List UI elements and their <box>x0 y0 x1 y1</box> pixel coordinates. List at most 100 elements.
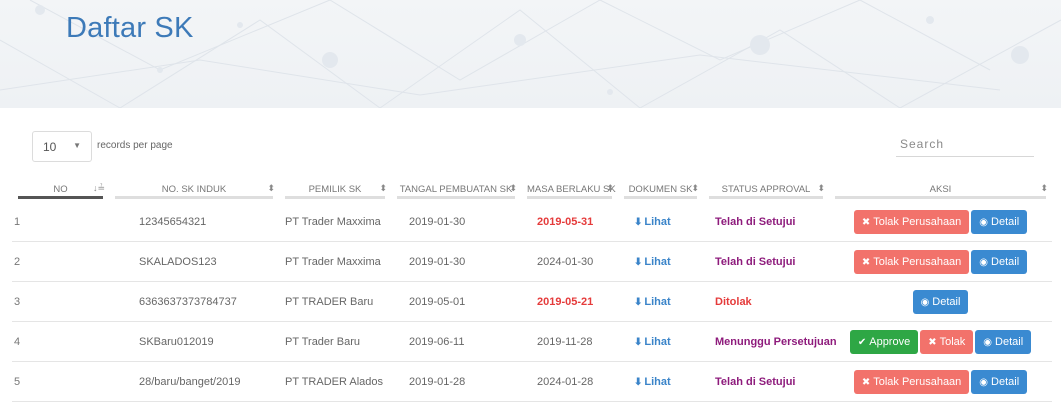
cell-no: 2 <box>12 241 109 282</box>
close-icon: ✖ <box>928 336 937 348</box>
col-header-masa-berlaku[interactable]: MASA BERLAKU SK ⬍ <box>521 176 618 202</box>
button-label: Tolak Perusahaan <box>873 255 962 268</box>
cell-actions: ✖ Tolak Perusahaan ◉ Detail <box>829 361 1052 402</box>
col-header-dokumen[interactable]: DOKUMEN SK ⬍ <box>618 176 703 202</box>
table-row: 3 6363637373784737 PT TRADER Baru 2019-05-0… <box>12 281 1052 322</box>
col-header-sk-induk[interactable]: NO. SK INDUK ⬍ <box>109 176 279 202</box>
status-badge: Telah di Setujui <box>715 375 796 388</box>
eye-icon: ◉ <box>979 256 989 268</box>
col-header-label: TANGAL PEMBUATAN SK <box>399 183 513 195</box>
reject-company-button[interactable]: ✖ Tolak Perusahaan <box>853 209 970 234</box>
cell-actions: ◉ Detail <box>829 281 1052 322</box>
table-row: 2 SKALADOS123 PT Trader Maxxima 2019-01-30 2… <box>12 241 1052 282</box>
header-banner: Daftar SK <box>0 0 1061 108</box>
view-document-link[interactable]: ⬇ Lihat <box>634 336 671 348</box>
eye-icon: ◉ <box>979 376 989 388</box>
table-header-row: NO ↓≟ NO. SK INDUK ⬍ PEMILIK SK ⬍ TANGAL PE… <box>12 176 1052 202</box>
col-header-pemilik[interactable]: PEMILIK SK ⬍ <box>279 176 391 202</box>
close-icon: ✖ <box>861 376 871 388</box>
view-document-link[interactable]: ⬇ Lihat <box>634 216 671 228</box>
view-document-link[interactable]: ⬇ Lihat <box>634 376 671 388</box>
page-length-value: 10 <box>43 140 57 154</box>
button-label: Detail <box>991 215 1020 228</box>
detail-button[interactable]: ◉ Detail <box>912 289 969 314</box>
detail-button[interactable]: ◉ Detail <box>975 329 1032 354</box>
cell-actions: ✖ Tolak Perusahaan ◉ Detail <box>829 241 1052 282</box>
col-header-label: PEMILIK SK <box>308 183 362 195</box>
page-title: Daftar SK <box>66 12 194 44</box>
download-icon: ⬇ <box>634 376 643 388</box>
cell-sk-induk: 28/baru/banget/2019 <box>109 361 279 402</box>
col-header-label: STATUS APPROVAL <box>721 183 811 195</box>
button-label: Detail <box>995 335 1024 348</box>
eye-icon: ◉ <box>979 216 989 228</box>
page-length-select[interactable]: 10 ▼ <box>32 131 92 162</box>
sort-icon: ⬍ <box>379 183 387 193</box>
link-label: Lihat <box>644 255 671 268</box>
button-label: Approve <box>869 335 911 348</box>
detail-button[interactable]: ◉ Detail <box>971 249 1028 274</box>
cell-tanggal: 2019-01-28 <box>391 361 521 402</box>
cell-tanggal: 2019-01-30 <box>391 241 521 282</box>
cell-actions: ✔ Approve ✖ Tolak ◉ Detail <box>829 321 1052 362</box>
status-badge: Telah di Setujui <box>715 215 796 228</box>
cell-sk-induk: SKBaru012019 <box>109 321 279 362</box>
table-row: 1 12345654321 PT Trader Maxxima 2019-01-30 2… <box>12 202 1052 242</box>
cell-tanggal: 2019-05-01 <box>391 281 521 322</box>
view-document-link[interactable]: ⬇ Lihat <box>634 256 671 268</box>
col-header-label: AKSI <box>929 183 952 195</box>
eye-icon: ◉ <box>920 296 930 308</box>
sort-icon: ⬍ <box>1040 183 1048 193</box>
download-icon: ⬇ <box>634 296 643 308</box>
download-icon: ⬇ <box>634 216 643 228</box>
detail-button[interactable]: ◉ Detail <box>971 369 1028 394</box>
cell-pemilik: PT TRADER Alados <box>279 361 391 402</box>
sort-icon: ⬍ <box>691 183 699 193</box>
link-label: Lihat <box>644 295 671 308</box>
detail-button[interactable]: ◉ Detail <box>971 209 1028 234</box>
search-input[interactable] <box>896 132 1034 157</box>
cell-masa-berlaku: 2019-05-21 <box>521 281 618 322</box>
cell-masa-berlaku: 2024-01-28 <box>521 361 618 402</box>
cell-pemilik: PT Trader Baru <box>279 321 391 362</box>
cell-no: 4 <box>12 321 109 362</box>
sort-icon: ⬍ <box>267 183 275 193</box>
button-label: Tolak <box>939 335 966 348</box>
col-header-no[interactable]: NO ↓≟ <box>12 176 109 202</box>
col-header-label: NO. SK INDUK <box>161 183 227 195</box>
cell-masa-berlaku: 2019-05-31 <box>521 202 618 242</box>
col-header-label: NO <box>53 183 68 195</box>
link-label: Lihat <box>644 375 671 388</box>
status-badge: Ditolak <box>715 295 752 308</box>
col-header-label: MASA BERLAKU SK <box>527 183 616 195</box>
col-header-aksi[interactable]: AKSI ⬍ <box>829 176 1052 202</box>
button-label: Detail <box>991 375 1020 388</box>
button-label: Detail <box>932 295 961 308</box>
cell-no: 5 <box>12 361 109 402</box>
col-header-tanggal[interactable]: TANGAL PEMBUATAN SK ⬍ <box>391 176 521 202</box>
cell-sk-induk: SKALADOS123 <box>109 241 279 282</box>
status-badge: Menunggu Persetujuan <box>715 335 837 348</box>
cell-sk-induk: 6363637373784737 <box>109 281 279 322</box>
sort-icon: ↓≟ <box>92 183 105 193</box>
reject-company-button[interactable]: ✖ Tolak Perusahaan <box>853 249 970 274</box>
view-document-link[interactable]: ⬇ Lihat <box>634 296 671 308</box>
link-label: Lihat <box>644 335 671 348</box>
cell-pemilik: PT Trader Maxxima <box>279 241 391 282</box>
sort-icon: ⬍ <box>606 183 614 193</box>
col-header-status[interactable]: STATUS APPROVAL ⬍ <box>703 176 829 202</box>
cell-masa-berlaku: 2024-01-30 <box>521 241 618 282</box>
cell-tanggal: 2019-01-30 <box>391 202 521 242</box>
button-label: Detail <box>991 255 1020 268</box>
approve-button[interactable]: ✔ Approve <box>849 329 919 354</box>
reject-company-button[interactable]: ✖ Tolak Perusahaan <box>853 369 970 394</box>
cell-masa-berlaku: 2019-11-28 <box>521 321 618 362</box>
cell-no: 1 <box>12 202 109 242</box>
reject-button[interactable]: ✖ Tolak <box>920 329 974 354</box>
link-label: Lihat <box>644 215 671 228</box>
close-icon: ✖ <box>861 216 871 228</box>
caret-down-icon: ▼ <box>73 141 81 150</box>
button-label: Tolak Perusahaan <box>873 215 962 228</box>
download-icon: ⬇ <box>634 256 643 268</box>
table-row: 5 28/baru/banget/2019 PT TRADER Alados 2019… <box>12 361 1052 402</box>
